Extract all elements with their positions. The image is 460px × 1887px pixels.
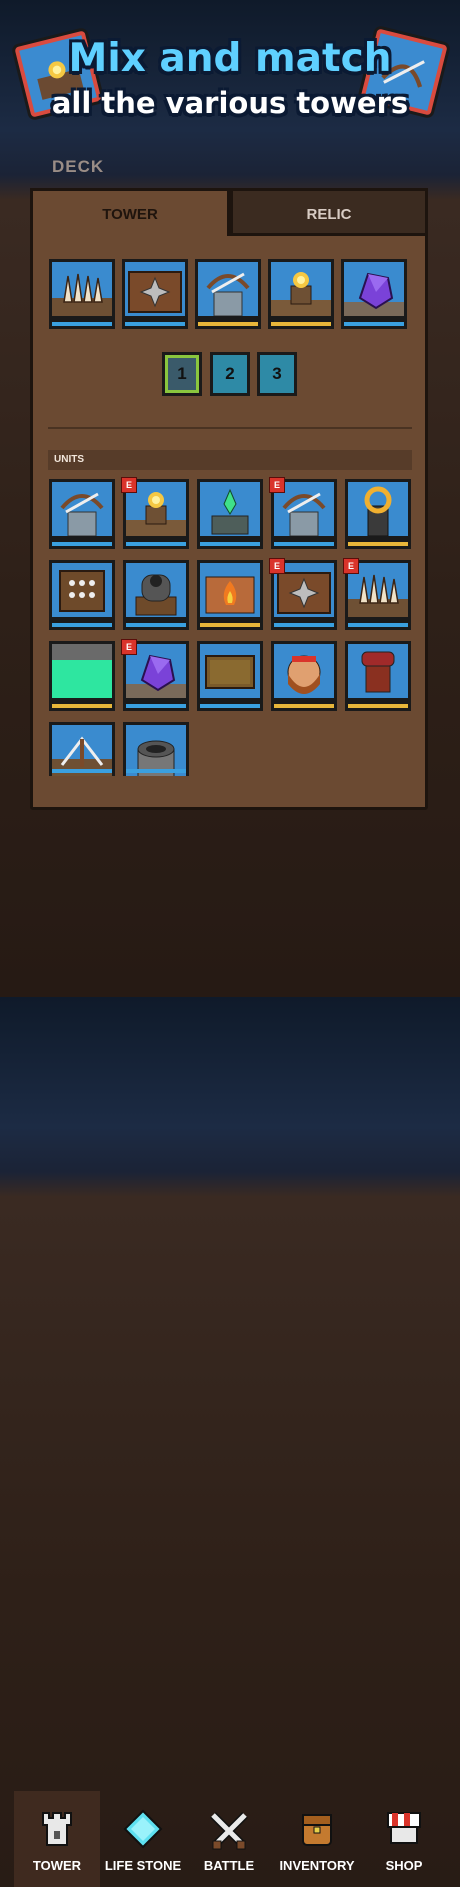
level-bar [126, 542, 186, 546]
spike-trap-icon [52, 262, 112, 316]
barbarian-hero-icon [274, 644, 334, 698]
nav-tower-label: TOWER [32, 1858, 82, 1873]
crossbow-tower-icon [52, 482, 112, 536]
unit-card[interactable]: E [269, 558, 337, 630]
equipped-badge: E [121, 639, 137, 655]
level-bar [126, 769, 186, 773]
level-bar [200, 704, 260, 708]
nav-tower[interactable]: TOWER [14, 1791, 100, 1887]
nav-life-stone[interactable]: LIFE STONE [100, 1791, 186, 1887]
level-bar [126, 704, 186, 708]
unit-card[interactable] [197, 479, 263, 549]
bottom-nav: TOWER LIFE STONE BATTLE INVENTORY SHOP [0, 890, 460, 1887]
deck-slot-1[interactable]: 1 [162, 352, 202, 396]
banner-subline: all the various towers [51, 86, 409, 120]
equipped-badge: E [121, 477, 137, 493]
equipped-badge: E [343, 558, 359, 574]
nav-life-stone-label: LIFE STONE [104, 1858, 182, 1873]
level-bar [125, 322, 185, 326]
unit-card[interactable]: E [121, 477, 189, 549]
deck-tower-card[interactable] [195, 259, 261, 329]
deck-tower-card[interactable] [341, 259, 407, 329]
acid-pool-icon [52, 644, 112, 698]
green-crystal-altar-icon [200, 482, 260, 536]
level-bar [126, 623, 186, 627]
nav-shop-label: SHOP [385, 1858, 423, 1873]
banner-headline: Mix and match [68, 36, 392, 81]
unit-card[interactable] [123, 722, 189, 776]
level-bar [344, 322, 404, 326]
nav-battle-label: BATTLE [203, 1858, 255, 1873]
deck-tower-card[interactable] [122, 259, 188, 329]
unit-card[interactable] [49, 722, 115, 776]
level-bar [348, 623, 408, 627]
tab-tower[interactable]: TOWER [30, 188, 230, 236]
spike-board-icon [52, 563, 112, 617]
level-bar [348, 542, 408, 546]
nav-shop[interactable]: SHOP [362, 1791, 446, 1887]
units-header: UNITS [48, 450, 412, 470]
crossed-swords-icon [210, 1812, 248, 1850]
unit-card[interactable] [197, 560, 263, 630]
level-bar [271, 322, 331, 326]
section-divider [48, 427, 412, 429]
level-bar [348, 704, 408, 708]
brazier-icon [200, 563, 260, 617]
promo-banner: Mix and match all the various towers [0, 0, 460, 150]
level-bar [198, 322, 258, 326]
shop-awning-icon [387, 1812, 421, 1844]
purple-crystal-icon [344, 262, 404, 316]
unit-card[interactable]: E [343, 558, 411, 630]
level-bar [274, 542, 334, 546]
level-bar [52, 542, 112, 546]
nav-inventory-label: INVENTORY [279, 1858, 355, 1873]
deck-tower-card[interactable] [49, 259, 115, 329]
unit-card[interactable] [345, 641, 411, 711]
fire-orb-tower-icon [271, 262, 331, 316]
equipped-badge: E [269, 477, 285, 493]
wooden-plank-icon [200, 644, 260, 698]
equipped-badge: E [269, 558, 285, 574]
level-bar [200, 542, 260, 546]
shuriken-crate-icon [125, 262, 185, 316]
unit-card[interactable] [197, 641, 263, 711]
deck-tower-card[interactable] [268, 259, 334, 329]
level-bar [52, 769, 112, 773]
diamond-gem-icon [123, 1809, 163, 1849]
level-bar [274, 623, 334, 627]
tower-icon [42, 1812, 72, 1846]
level-bar [52, 704, 112, 708]
unit-card[interactable] [49, 641, 115, 711]
unit-card[interactable] [49, 560, 115, 630]
backpack-icon [302, 1814, 332, 1846]
deck-label: DECK [52, 157, 105, 176]
tab-relic[interactable]: RELIC [230, 188, 428, 236]
level-bar [52, 322, 112, 326]
unit-card[interactable] [345, 479, 411, 549]
deck-slot-3[interactable]: 3 [257, 352, 297, 396]
unit-card[interactable]: E [269, 477, 337, 549]
unit-card[interactable] [49, 479, 115, 549]
nav-battle[interactable]: BATTLE [186, 1791, 272, 1887]
nav-inventory[interactable]: INVENTORY [272, 1791, 362, 1887]
level-bar [200, 623, 260, 627]
gold-ring-pillar-icon [348, 482, 408, 536]
unit-card[interactable] [271, 641, 337, 711]
red-banner-icon [348, 644, 408, 698]
unit-card[interactable]: E [121, 639, 189, 711]
unit-card[interactable] [123, 560, 189, 630]
level-bar [52, 623, 112, 627]
crossbow-tower-icon [198, 262, 258, 316]
cannon-icon [126, 563, 186, 617]
level-bar [274, 704, 334, 708]
deck-slot-2[interactable]: 2 [210, 352, 250, 396]
